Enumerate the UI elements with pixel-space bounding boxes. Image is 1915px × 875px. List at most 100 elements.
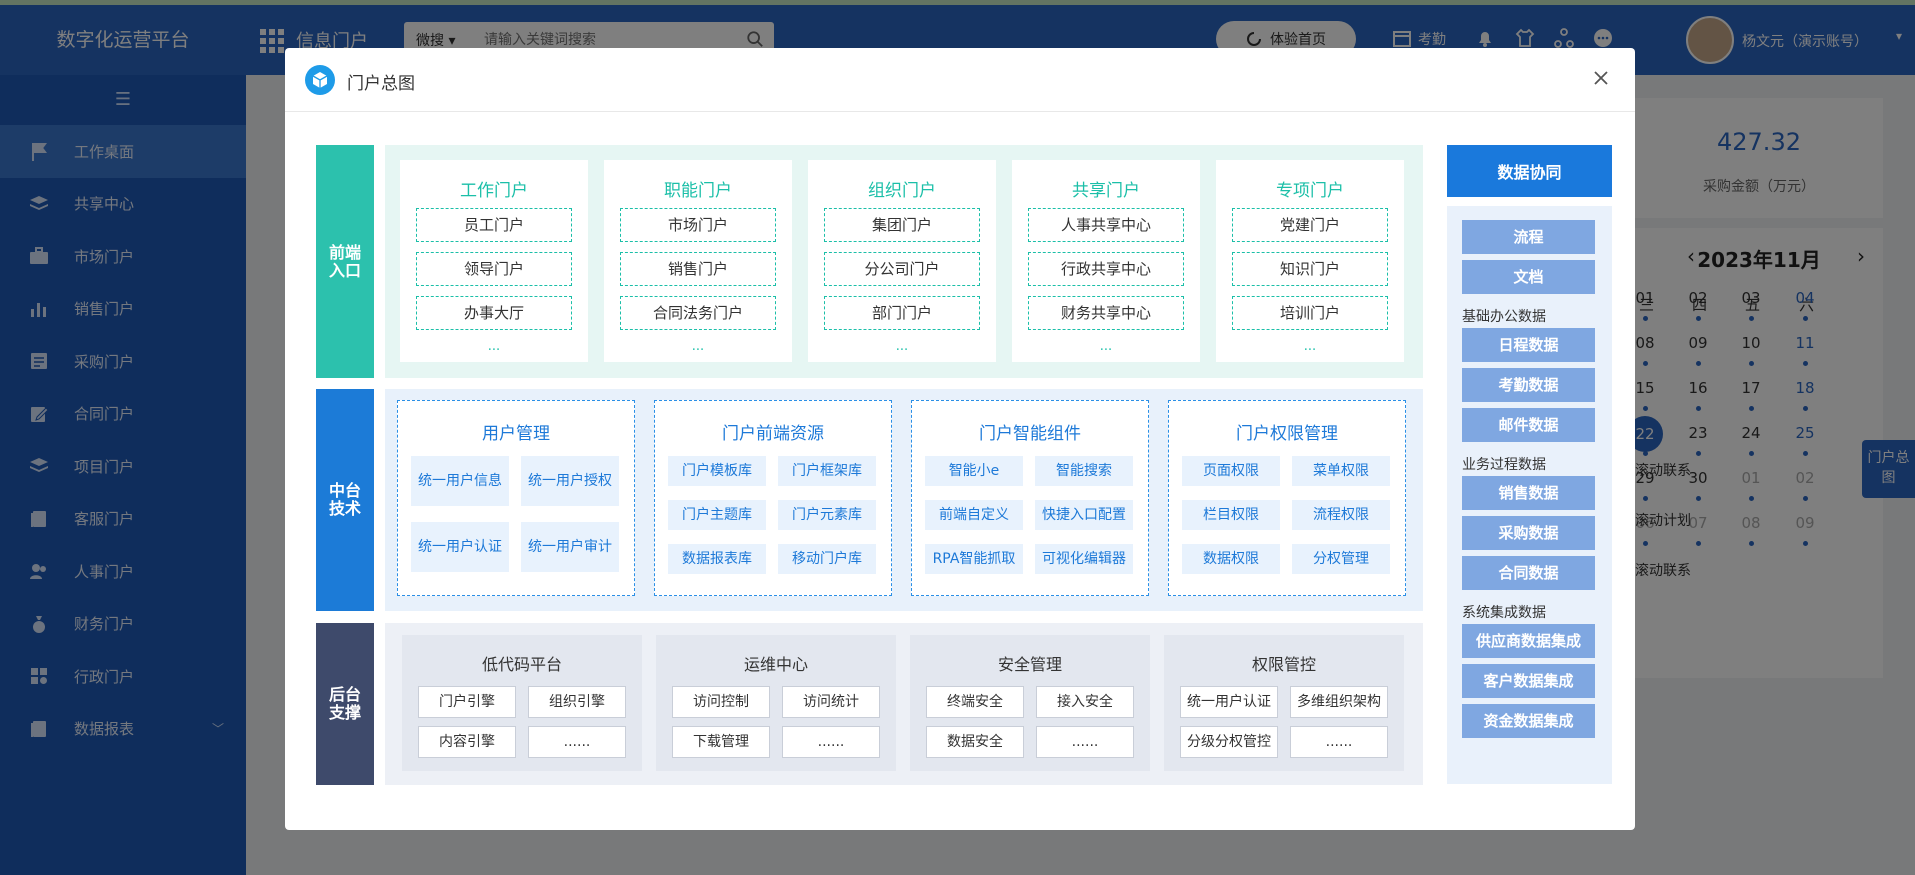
portal-entry-button[interactable]: 部门门户: [824, 296, 980, 330]
middle-item-button[interactable]: 快捷入口配置: [1035, 500, 1133, 530]
back-item-button[interactable]: 分级分权管控: [1180, 726, 1278, 758]
back-item-button[interactable]: 访问统计: [782, 686, 880, 718]
back-item-button[interactable]: 组织引擎: [528, 686, 626, 718]
middle-item-button[interactable]: 数据报表库: [668, 544, 766, 574]
back-item-button[interactable]: 接入安全: [1036, 686, 1134, 718]
back-support-group: 权限管控统一用户认证 多维组织架构 分级分权管控......: [1164, 635, 1404, 771]
middle-item-button[interactable]: 智能搜索: [1035, 456, 1133, 486]
front-portal-card: 专项门户党建门户知识门户培训门户...: [1216, 160, 1404, 362]
data-section-label: 基础办公数据: [1462, 309, 1546, 325]
data-collab-panel: 流程 文档 基础办公数据 日程数据 考勤数据 邮件数据 业务过程数据 销售数据 采购数据 合同数据…: [1447, 206, 1612, 784]
back-item-button[interactable]: 数据安全: [926, 726, 1024, 758]
middle-item-button[interactable]: 门户主题库: [668, 500, 766, 530]
middle-tech-group: 用户管理统一用户信息 统一用户授权 统一用户认证 统一用户审计: [397, 400, 635, 596]
front-portal-card: 组织门户集团门户分公司门户部门门户...: [808, 160, 996, 362]
data-collab-button[interactable]: 合同数据: [1462, 556, 1595, 590]
portal-entry-button[interactable]: 人事共享中心: [1028, 208, 1184, 242]
portal-entry-button[interactable]: 分公司门户: [824, 252, 980, 286]
middle-group-title: 门户前端资源: [722, 424, 824, 444]
portal-entry-button[interactable]: 员工门户: [416, 208, 572, 242]
more-indicator: ...: [1099, 339, 1113, 354]
back-item-button[interactable]: 终端安全: [926, 686, 1024, 718]
middle-item-button[interactable]: 前端自定义: [925, 500, 1023, 530]
data-collab-button[interactable]: 邮件数据: [1462, 408, 1595, 442]
data-collab-button[interactable]: 文档: [1462, 260, 1595, 294]
middle-item-button[interactable]: 门户框架库: [778, 456, 876, 486]
data-collab-button[interactable]: 销售数据: [1462, 476, 1595, 510]
row-label-front-text: 前端入口: [328, 242, 361, 280]
portal-entry-button[interactable]: 财务共享中心: [1028, 296, 1184, 330]
middle-item-button[interactable]: 门户元素库: [778, 500, 876, 530]
portal-entry-button[interactable]: 市场门户: [620, 208, 776, 242]
back-item-button[interactable]: 多维组织架构: [1290, 686, 1388, 718]
middle-item-button[interactable]: 统一用户审计: [521, 522, 619, 572]
back-group-title: 权限管控: [1251, 655, 1316, 674]
front-portal-title: 组织门户: [868, 181, 936, 201]
modal-title: 门户总图: [347, 74, 415, 94]
back-group-title: 低代码平台: [481, 655, 562, 674]
data-collab-button[interactable]: 考勤数据: [1462, 368, 1595, 402]
row-label-back: 后台支撑: [316, 623, 374, 785]
back-item-button[interactable]: 访问控制: [672, 686, 770, 718]
middle-item-button[interactable]: 栏目权限: [1182, 500, 1280, 530]
portal-entry-button[interactable]: 办事大厅: [416, 296, 572, 330]
row-label-middle: 中台技术: [316, 389, 374, 611]
portal-entry-button[interactable]: 领导门户: [416, 252, 572, 286]
back-support-group: 低代码平台门户引擎 组织引擎 内容引擎......: [402, 635, 642, 771]
middle-item-button[interactable]: RPA智能抓取: [925, 544, 1023, 574]
data-collab-button[interactable]: 日程数据: [1462, 328, 1595, 362]
middle-item-button[interactable]: 可视化编辑器: [1035, 544, 1133, 574]
front-portal-title: 专项门户: [1276, 181, 1344, 201]
middle-item-button[interactable]: 统一用户授权: [521, 456, 619, 506]
close-icon[interactable]: [1587, 64, 1615, 92]
back-group-title: 运维中心: [743, 655, 808, 674]
middle-group-title: 门户权限管理: [1236, 424, 1338, 444]
middle-item-button[interactable]: 页面权限: [1182, 456, 1280, 486]
data-collab-button[interactable]: 采购数据: [1462, 516, 1595, 550]
middle-item-button[interactable]: 统一用户认证: [411, 522, 509, 572]
back-support-group: 安全管理终端安全 接入安全 数据安全......: [910, 635, 1150, 771]
middle-tech-group: 门户权限管理页面权限 菜单权限 栏目权限 流程权限 数据权限 分权管理: [1168, 400, 1406, 596]
more-indicator: ...: [895, 339, 909, 354]
more-indicator: ...: [1303, 339, 1317, 354]
back-item-button[interactable]: 内容引擎: [418, 726, 516, 758]
portal-entry-button[interactable]: 知识门户: [1232, 252, 1388, 286]
middle-item-button[interactable]: 流程权限: [1292, 500, 1390, 530]
data-collab-button[interactable]: 供应商数据集成: [1462, 624, 1595, 658]
front-portal-title: 共享门户: [1072, 181, 1140, 201]
middle-item-button[interactable]: 移动门户库: [778, 544, 876, 574]
data-collab-button[interactable]: 客户数据集成: [1462, 664, 1595, 698]
middle-item-button[interactable]: 智能小e: [925, 456, 1023, 486]
back-item-button[interactable]: 门户引擎: [418, 686, 516, 718]
middle-tech-group: 门户智能组件智能小e 智能搜索 前端自定义 快捷入口配置 RPA智能抓取 可视化编辑器: [911, 400, 1149, 596]
middle-item-button[interactable]: 分权管理: [1292, 544, 1390, 574]
portal-entry-button[interactable]: 党建门户: [1232, 208, 1388, 242]
middle-item-button[interactable]: 菜单权限: [1292, 456, 1390, 486]
portal-entry-button[interactable]: 集团门户: [824, 208, 980, 242]
front-portal-card: 工作门户 员工门户 领导门户 办事大厅...: [400, 160, 588, 362]
back-item-button[interactable]: ......: [782, 726, 880, 758]
middle-group-title: 用户管理: [482, 424, 550, 444]
row-label-back-text: 后台支撑: [328, 685, 361, 722]
modal-header: 门户总图: [285, 48, 1635, 112]
middle-item-button[interactable]: 门户模板库: [668, 456, 766, 486]
back-item-button[interactable]: ......: [1036, 726, 1134, 758]
front-portal-title: 工作门户: [460, 181, 528, 201]
row-label-front: 前端入口: [316, 145, 374, 378]
portal-entry-button[interactable]: 培训门户: [1232, 296, 1388, 330]
back-group-title: 安全管理: [997, 655, 1062, 674]
cube-icon: [305, 65, 335, 95]
portal-entry-button[interactable]: 合同法务门户: [620, 296, 776, 330]
middle-item-button[interactable]: 数据权限: [1182, 544, 1280, 574]
portal-entry-button[interactable]: 行政共享中心: [1028, 252, 1184, 286]
back-item-button[interactable]: ......: [528, 726, 626, 758]
middle-group-title: 门户智能组件: [979, 424, 1081, 444]
back-item-button[interactable]: 下载管理: [672, 726, 770, 758]
portal-map-modal: 门户总图 前端入口 中台技术 后台支撑 工作门户 员工门户 领导门户 办事大厅... 职…: [285, 48, 1635, 830]
middle-item-button[interactable]: 统一用户信息: [411, 456, 509, 506]
back-item-button[interactable]: 统一用户认证: [1180, 686, 1278, 718]
back-item-button[interactable]: ......: [1290, 726, 1388, 758]
portal-entry-button[interactable]: 销售门户: [620, 252, 776, 286]
data-collab-button[interactable]: 资金数据集成: [1462, 704, 1595, 738]
data-collab-button[interactable]: 流程: [1462, 220, 1595, 254]
